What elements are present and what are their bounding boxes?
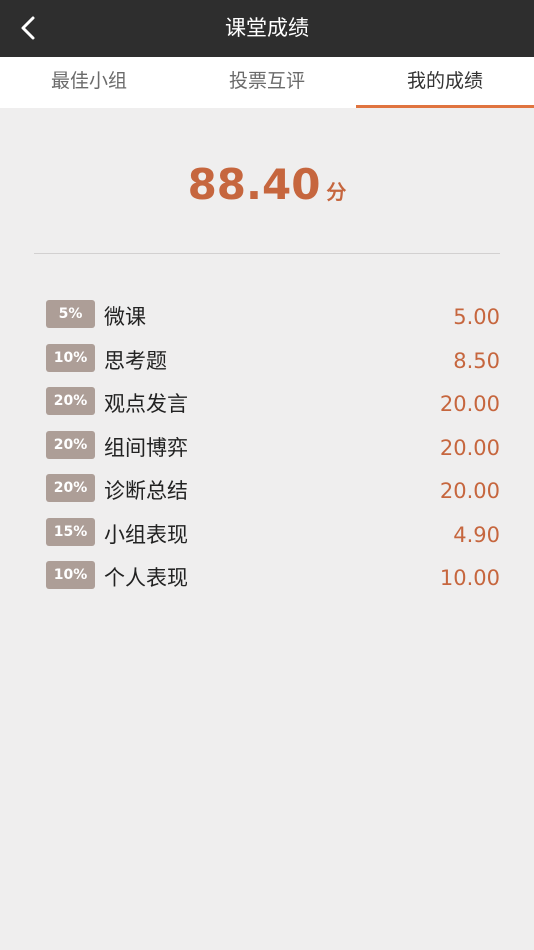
list-item: 10% 思考题 8.50 — [46, 342, 500, 386]
tab-bar: 最佳小组 投票互评 我的成绩 — [0, 57, 534, 108]
item-score: 8.50 — [453, 348, 500, 373]
tab-my-score[interactable]: 我的成绩 — [356, 57, 534, 108]
weight-badge: 10% — [46, 343, 95, 372]
weight-badge: 20% — [46, 387, 95, 415]
back-button[interactable] — [14, 13, 44, 43]
item-score: 10.00 — [439, 566, 500, 590]
item-score: 20.00 — [439, 435, 500, 460]
list-item: 20% 诊断总结 20.00 — [46, 472, 500, 516]
item-score: 4.90 — [453, 522, 500, 547]
list-item: 15% 小组表现 4.90 — [46, 516, 500, 560]
weight-badge: 5% — [46, 300, 95, 328]
weight-badge: 10% — [46, 561, 95, 589]
total-score: 88.40 分 — [0, 160, 534, 209]
divider — [34, 253, 500, 254]
total-score-unit: 分 — [326, 180, 347, 204]
item-score: 5.00 — [453, 305, 500, 329]
item-score: 20.00 — [439, 392, 500, 416]
weight-badge: 15% — [46, 517, 95, 546]
total-score-value: 88.40 — [187, 160, 321, 209]
item-score: 20.00 — [439, 479, 500, 503]
list-item: 20% 观点发言 20.00 — [46, 385, 500, 429]
page-title: 课堂成绩 — [225, 16, 309, 40]
item-label: 小组表现 — [104, 522, 188, 547]
item-label: 诊断总结 — [104, 479, 188, 503]
list-item: 10% 个人表现 10.00 — [46, 559, 500, 603]
item-label: 观点发言 — [104, 392, 188, 416]
top-bar: 课堂成绩 — [0, 0, 534, 57]
item-label: 个人表现 — [104, 566, 188, 590]
tab-best-group[interactable]: 最佳小组 — [0, 57, 178, 108]
weight-badge: 20% — [46, 430, 95, 459]
list-item: 20% 组间博弈 20.00 — [46, 429, 500, 473]
item-label: 思考题 — [104, 348, 167, 373]
weight-badge: 20% — [46, 474, 95, 502]
item-label: 微课 — [104, 305, 146, 329]
item-label: 组间博弈 — [104, 435, 188, 460]
score-breakdown-list: 5% 微课 5.00 10% 思考题 8.50 20% 观点发言 20.00 2… — [46, 298, 500, 603]
tab-peer-vote[interactable]: 投票互评 — [178, 57, 356, 108]
list-item: 5% 微课 5.00 — [46, 298, 500, 342]
chevron-left-icon — [21, 16, 35, 40]
